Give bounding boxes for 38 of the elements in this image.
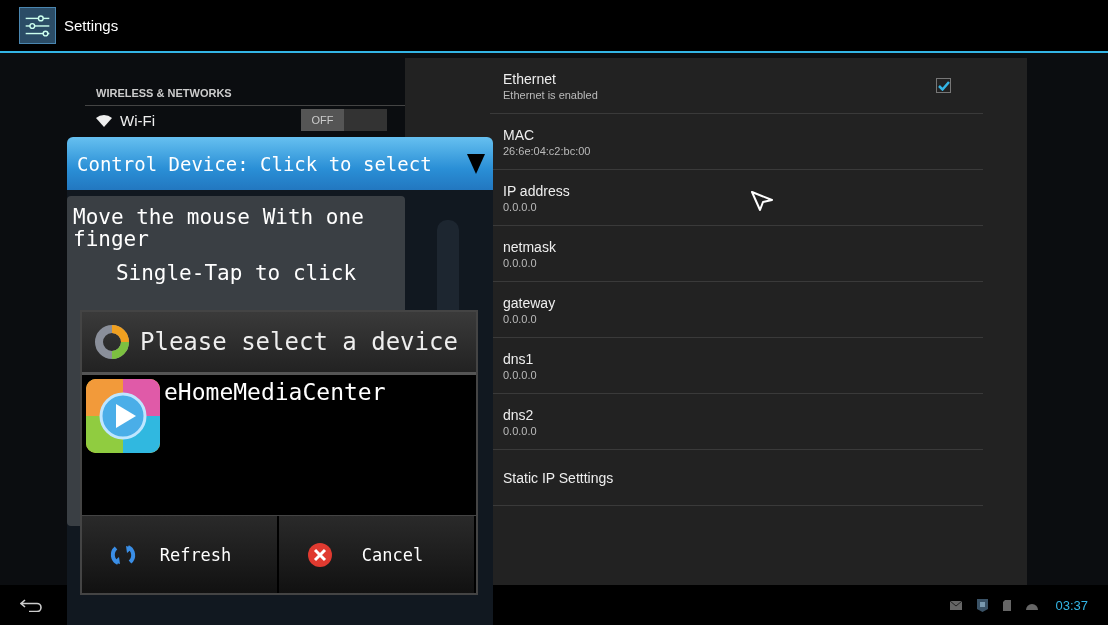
setting-summary: 0.0.0.0 [503,312,537,325]
setting-summary: 0.0.0.0 [503,200,537,213]
refresh-button[interactable]: Refresh [82,516,279,593]
section-header: WIRELESS & NETWORKS [85,87,405,106]
setting-title: IP address [503,182,570,199]
device-list-item[interactable]: eHomeMediaCenter [82,375,476,515]
dialog-title: Please select a device [140,328,458,356]
settings-app-icon[interactable] [19,7,56,44]
media-player-app-icon [86,379,160,453]
clock-time: 03:37 [1055,597,1088,613]
back-icon[interactable] [20,598,42,612]
setting-title: dns2 [503,406,534,423]
dropdown-caret-icon [467,153,485,174]
setting-title: dns1 [503,350,534,367]
toggle-switch[interactable]: OFF [301,109,387,131]
setting-title: netmask [503,238,556,255]
setting-summary: 0.0.0.0 [503,256,537,269]
setting-summary: 26:6e:04:c2:bc:00 [503,144,591,157]
setting-title: MAC [503,126,535,143]
setting-summary: 0.0.0.0 [503,424,537,437]
cancel-button[interactable]: Cancel [279,516,476,593]
setting-title: gateway [503,294,556,311]
app-notification-icon [976,597,990,613]
ring-logo-icon [94,324,130,360]
setting-title[interactable]: Ethernet [503,70,556,87]
cursor-icon [750,190,774,212]
sidebar-item[interactable]: Wi-Fi [120,111,301,129]
close-icon [307,541,333,568]
setting-summary: Ethernet is enabled [503,88,598,101]
screen-title: Settings [64,17,119,34]
setting-summary: 0.0.0.0 [503,368,537,381]
instruction-text: Move the mouse With one finger [73,206,365,251]
sd-card-icon [1003,599,1012,611]
mail-icon [950,600,963,610]
checkbox[interactable] [936,78,951,93]
wifi-icon [96,113,112,127]
instruction-text: Single-Tap to click [114,262,358,285]
setting-title[interactable]: Static IP Setttings [503,469,614,486]
